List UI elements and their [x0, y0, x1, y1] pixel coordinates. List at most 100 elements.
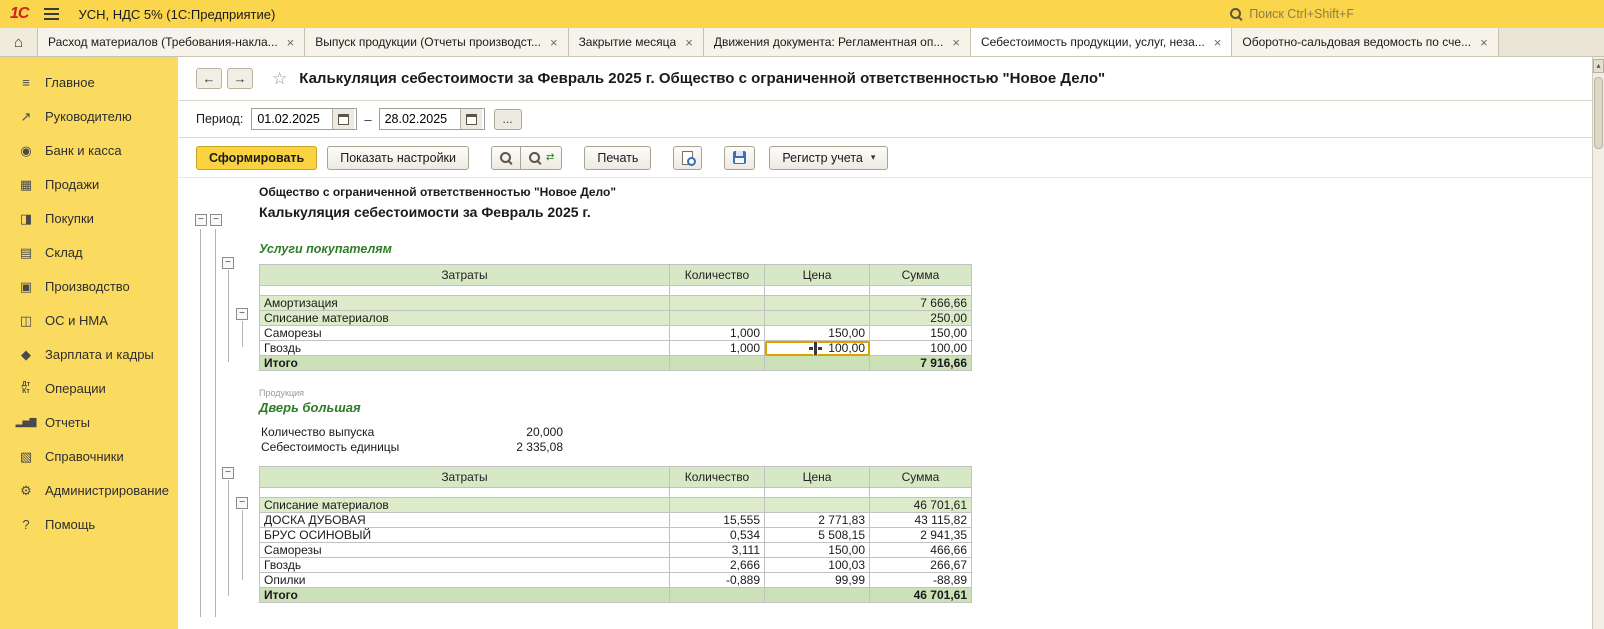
cell-price[interactable]: 99,99 — [765, 573, 870, 588]
stat-label[interactable]: Количество выпуска — [259, 424, 463, 439]
cell-label[interactable]: Саморезы — [260, 543, 670, 558]
cell-sum[interactable]: 250,00 — [870, 311, 972, 326]
cell-price[interactable]: 100,03 — [765, 558, 870, 573]
column-header-quantity[interactable]: Количество — [670, 265, 765, 286]
outline-collapse-materials-1-button[interactable]: − — [236, 308, 248, 320]
cell-qty[interactable]: 0,534 — [670, 528, 765, 543]
cell-sum[interactable]: 150,00 — [870, 326, 972, 341]
cell-qty[interactable] — [670, 311, 765, 326]
cell-label[interactable]: Гвоздь — [260, 341, 670, 356]
scroll-up-button[interactable]: ▴ — [1593, 59, 1604, 73]
outline-level-1-button[interactable]: − — [195, 214, 207, 226]
sidebar-item-proizvodstvo[interactable]: ▣Производство — [0, 269, 178, 303]
sidebar-item-spravochniki[interactable]: ▧Справочники — [0, 439, 178, 473]
cell-label[interactable]: ДОСКА ДУБОВАЯ — [260, 513, 670, 528]
cell-sum[interactable]: 100,00 — [870, 341, 972, 356]
column-header-quantity[interactable]: Количество — [670, 467, 765, 488]
cell-sum[interactable]: 7 916,66 — [870, 356, 972, 371]
cell-sum[interactable]: 7 666,66 — [870, 296, 972, 311]
generate-button[interactable]: Сформировать — [196, 146, 317, 170]
cell-sum[interactable]: 46 701,61 — [870, 588, 972, 603]
close-icon[interactable]: × — [287, 36, 295, 49]
tab-vypusk-produkcii[interactable]: Выпуск продукции (Отчеты производст... × — [305, 28, 568, 56]
forward-button[interactable]: → — [227, 68, 253, 89]
stat-value[interactable]: 2 335,08 — [463, 439, 567, 454]
column-header-price[interactable]: Цена — [765, 467, 870, 488]
search-next-button[interactable]: ⇄ — [521, 146, 562, 170]
cell-label[interactable]: Итого — [260, 588, 670, 603]
cell-qty[interactable]: 15,555 — [670, 513, 765, 528]
cell[interactable] — [260, 488, 670, 498]
cell-label[interactable]: Списание материалов — [260, 311, 670, 326]
cell-qty[interactable]: -0,889 — [670, 573, 765, 588]
column-header-sum[interactable]: Сумма — [870, 265, 972, 286]
column-header-price[interactable]: Цена — [765, 265, 870, 286]
sidebar-item-operacii[interactable]: Дт КтОперации — [0, 371, 178, 405]
sidebar-item-glavnoe[interactable]: ≡Главное — [0, 65, 178, 99]
cell-label[interactable]: БРУС ОСИНОВЫЙ — [260, 528, 670, 543]
close-icon[interactable]: × — [952, 36, 960, 49]
sidebar-item-pomoshch[interactable]: ?Помощь — [0, 507, 178, 541]
vertical-scrollbar[interactable]: ▴ — [1592, 57, 1604, 629]
cell-qty[interactable] — [670, 356, 765, 371]
search-in-report-button[interactable] — [491, 146, 521, 170]
tab-dvizheniya-dokumenta[interactable]: Движения документа: Регламентная оп... × — [704, 28, 971, 56]
sidebar-item-os-i-nma[interactable]: ◫ОС и НМА — [0, 303, 178, 337]
cell[interactable] — [870, 286, 972, 296]
cell-price[interactable] — [765, 498, 870, 513]
outline-collapse-production-button[interactable]: − — [222, 467, 234, 479]
close-icon[interactable]: × — [1480, 36, 1488, 49]
cell-price[interactable] — [765, 296, 870, 311]
cell[interactable] — [260, 286, 670, 296]
outline-collapse-materials-2-button[interactable]: − — [236, 497, 248, 509]
tab-sebestoimost-produkcii[interactable]: Себестоимость продукции, услуг, неза... … — [971, 28, 1232, 56]
preview-button[interactable] — [673, 146, 702, 170]
period-from-input[interactable] — [252, 109, 332, 129]
sidebar-item-rukovoditelyu[interactable]: ↗Руководителю — [0, 99, 178, 133]
cell-label[interactable]: Гвоздь — [260, 558, 670, 573]
outline-collapse-services-button[interactable]: − — [222, 257, 234, 269]
cell-qty[interactable]: 1,000 — [670, 341, 765, 356]
cell-qty[interactable]: 2,666 — [670, 558, 765, 573]
sidebar-item-otchety[interactable]: ▂▅▇Отчеты — [0, 405, 178, 439]
cell-qty[interactable] — [670, 588, 765, 603]
cell-label[interactable]: Итого — [260, 356, 670, 371]
cell-sum[interactable]: 466,66 — [870, 543, 972, 558]
cell-qty[interactable] — [670, 296, 765, 311]
back-button[interactable]: ← — [196, 68, 222, 89]
cell[interactable] — [765, 286, 870, 296]
scrollbar-thumb[interactable] — [1594, 77, 1603, 149]
cell[interactable] — [670, 286, 765, 296]
cell-label[interactable]: Списание материалов — [260, 498, 670, 513]
cell-price[interactable] — [765, 356, 870, 371]
cell-price[interactable]: 150,00 — [765, 326, 870, 341]
sidebar-item-zarplata-i-kadry[interactable]: ◆Зарплата и кадры — [0, 337, 178, 371]
show-settings-button[interactable]: Показать настройки — [327, 146, 469, 170]
cell-sum[interactable]: 2 941,35 — [870, 528, 972, 543]
cell-qty[interactable]: 1,000 — [670, 326, 765, 341]
cell-qty[interactable] — [670, 498, 765, 513]
cell-qty[interactable]: 3,111 — [670, 543, 765, 558]
cell-price[interactable]: 2 771,83 — [765, 513, 870, 528]
cell[interactable] — [870, 488, 972, 498]
register-dropdown-button[interactable]: Регистр учета▾ — [769, 146, 888, 170]
selected-cell-price[interactable]: 100,00 — [765, 341, 870, 356]
sidebar-item-administrirovanie[interactable]: ⚙Администрирование — [0, 473, 178, 507]
close-icon[interactable]: × — [685, 36, 693, 49]
main-menu-button[interactable] — [42, 6, 62, 22]
cell-price[interactable] — [765, 588, 870, 603]
cell-label[interactable]: Саморезы — [260, 326, 670, 341]
cell-price[interactable]: 5 508,15 — [765, 528, 870, 543]
close-icon[interactable]: × — [1214, 36, 1222, 49]
sidebar-item-pokupki[interactable]: ◨Покупки — [0, 201, 178, 235]
cell-label[interactable]: Амортизация — [260, 296, 670, 311]
column-header-costs[interactable]: Затраты — [260, 265, 670, 286]
close-icon[interactable]: × — [550, 36, 558, 49]
cell-sum[interactable]: 46 701,61 — [870, 498, 972, 513]
period-more-button[interactable]: ... — [494, 109, 522, 130]
tab-oborotno-saldovaya[interactable]: Оборотно-сальдовая ведомость по сче... × — [1232, 28, 1498, 56]
period-from-calendar-button[interactable] — [332, 109, 354, 129]
tab-home[interactable]: ⌂ — [0, 28, 38, 56]
stat-value[interactable]: 20,000 — [463, 424, 567, 439]
outline-level-2-button[interactable]: − — [210, 214, 222, 226]
